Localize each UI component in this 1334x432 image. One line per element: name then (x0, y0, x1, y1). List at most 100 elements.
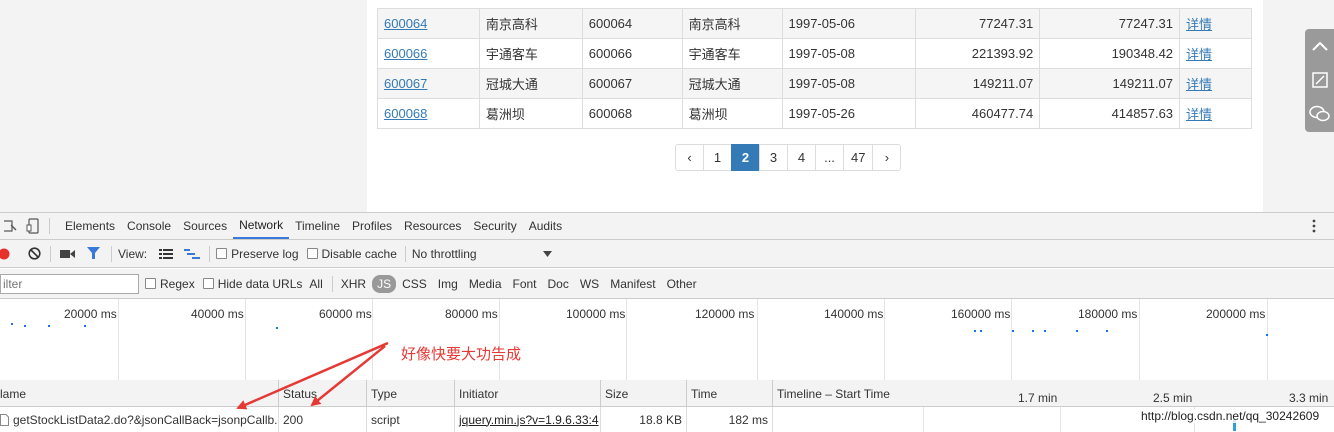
timeline-column-tick: 2.5 min (1153, 391, 1193, 405)
network-request-row[interactable]: getStockListData2.do?&jsonCallBack=jsonp… (0, 407, 1334, 432)
timeline-tick: 100000 ms (566, 307, 626, 321)
annotation-text: 好像快要大功告成 (401, 346, 522, 363)
tab-profiles[interactable]: Profiles (346, 213, 398, 239)
tab-timeline[interactable]: Timeline (289, 213, 346, 239)
column-size[interactable]: Size (601, 380, 687, 407)
request-marker (1044, 330, 1046, 332)
column-time[interactable]: Time (687, 380, 773, 407)
inspect-icon (4, 220, 17, 232)
pagination-prev-button[interactable]: ‹ (675, 144, 704, 171)
table-row: 600068 葛洲坝 600068 葛洲坝 1997-05-26 460477.74 414… (377, 98, 1252, 129)
clear-button[interactable] (24, 247, 44, 260)
type-filter-css[interactable]: CSS (397, 275, 432, 293)
file-icon (0, 413, 9, 426)
type-filter-other[interactable]: Other (662, 275, 702, 293)
device-mode-button[interactable] (22, 213, 44, 239)
feedback-button[interactable] (1305, 63, 1334, 97)
capture-screenshots-button[interactable] (57, 249, 77, 259)
type-filter-doc[interactable]: Doc (543, 275, 574, 293)
throttling-select[interactable]: No throttling (412, 247, 552, 261)
type-filter-manifest[interactable]: Manifest (605, 275, 660, 293)
filter-input[interactable] (0, 273, 139, 294)
devtools-menu-button[interactable] (1294, 213, 1334, 239)
cell-code2: 600067 (581, 68, 683, 99)
cell-date: 1997-05-26 (781, 98, 917, 129)
request-name-cell[interactable]: getStockListData2.do?&jsonCallBack=jsonp… (0, 407, 279, 432)
tab-security[interactable]: Security (467, 213, 522, 239)
request-type-cell: script (367, 407, 455, 432)
inspect-element-button[interactable] (0, 213, 22, 239)
column-status[interactable]: Status (279, 380, 367, 407)
request-size-cell: 18.8 KB (601, 407, 687, 432)
type-filter-xhr[interactable]: XHR (336, 275, 371, 293)
request-marker (1106, 330, 1108, 332)
cell-name2: 宇通客车 (681, 38, 783, 69)
tab-console[interactable]: Console (121, 213, 177, 239)
list-view-icon (159, 248, 174, 259)
detail-link[interactable]: 详情 (1186, 47, 1212, 62)
network-filter-bar: Regex Hide data URLs All XHR JS CSS Img … (0, 269, 1334, 299)
type-filter-media[interactable]: Media (464, 275, 507, 293)
network-overview-timeline[interactable]: 20000 ms 40000 ms 60000 ms 80000 ms 1000… (0, 299, 1334, 381)
detail-link[interactable]: 详情 (1186, 17, 1212, 32)
pagination-page-3[interactable]: 3 (759, 144, 788, 171)
overview-button[interactable] (181, 248, 203, 259)
column-type[interactable]: Type (367, 380, 455, 407)
type-filter-ws[interactable]: WS (575, 275, 604, 293)
pagination-next-button[interactable]: › (872, 144, 902, 171)
regex-checkbox[interactable]: Regex (145, 277, 195, 291)
tab-network[interactable]: Network (233, 213, 290, 239)
cell-link: 详情 (1179, 68, 1252, 99)
stock-code-link[interactable]: 600064 (384, 16, 427, 31)
cell-name2: 南京高科 (681, 8, 783, 39)
hide-data-urls-checkbox[interactable]: Hide data URLs (202, 277, 302, 291)
wechat-button[interactable] (1305, 97, 1334, 131)
detail-link[interactable]: 详情 (1186, 107, 1212, 122)
column-name[interactable]: lame (0, 380, 279, 407)
column-initiator[interactable]: Initiator (455, 380, 601, 407)
type-filter-js[interactable]: JS (372, 274, 397, 293)
table-row: 600067 冠城大通 600067 冠城大通 1997-05-08 149211.07 1… (377, 68, 1252, 99)
detail-link[interactable]: 详情 (1186, 77, 1212, 92)
pagination-page-4[interactable]: 4 (787, 144, 816, 171)
network-table-header: lame Status Type Initiator Size Time Tim… (0, 380, 1334, 407)
waterfall-icon (184, 248, 201, 259)
device-icon (26, 218, 39, 234)
tab-audits[interactable]: Audits (523, 213, 568, 239)
record-icon (0, 248, 10, 259)
tab-elements[interactable]: Elements (59, 213, 121, 239)
cell-link: 详情 (1179, 38, 1252, 69)
tab-sources[interactable]: Sources (177, 213, 233, 239)
type-filter-font[interactable]: Font (508, 275, 542, 293)
filter-toggle-button[interactable] (81, 247, 105, 260)
cell-code2: 600066 (581, 38, 683, 69)
stock-code-link[interactable]: 600067 (384, 76, 427, 91)
pagination-page-47[interactable]: 47 (843, 144, 874, 171)
timeline-tick: 80000 ms (445, 307, 498, 321)
stock-code-link[interactable]: 600068 (384, 106, 427, 121)
cell-name2: 葛洲坝 (681, 98, 783, 129)
scroll-top-button[interactable] (1305, 29, 1334, 63)
record-button[interactable] (0, 248, 12, 260)
filter-icon (86, 247, 100, 259)
disable-cache-checkbox[interactable]: Disable cache (306, 247, 397, 261)
request-marker (276, 327, 278, 329)
type-filter-all[interactable]: All (304, 275, 327, 293)
request-initiator-link[interactable]: jquery.min.js?v=1.9.6.33:4 (455, 407, 601, 432)
type-filter-img[interactable]: Img (433, 275, 463, 293)
tab-resources[interactable]: Resources (398, 213, 467, 239)
stock-code-link[interactable]: 600066 (384, 46, 427, 61)
pagination-page-2[interactable]: 2 (731, 144, 760, 171)
cell-name: 葛洲坝 (478, 98, 583, 129)
request-status-cell: 200 (279, 407, 367, 432)
request-marker (24, 325, 26, 327)
request-marker (1012, 330, 1014, 332)
pagination-page-1[interactable]: 1 (703, 144, 732, 171)
timeline-tick: 120000 ms (695, 307, 755, 321)
request-marker (84, 325, 86, 327)
preserve-log-checkbox[interactable]: Preserve log (216, 247, 299, 261)
large-rows-button[interactable] (155, 248, 177, 259)
cell-date: 1997-05-08 (781, 38, 917, 69)
timeline-tick: 40000 ms (191, 307, 244, 321)
request-time-cell: 182 ms (687, 407, 773, 432)
